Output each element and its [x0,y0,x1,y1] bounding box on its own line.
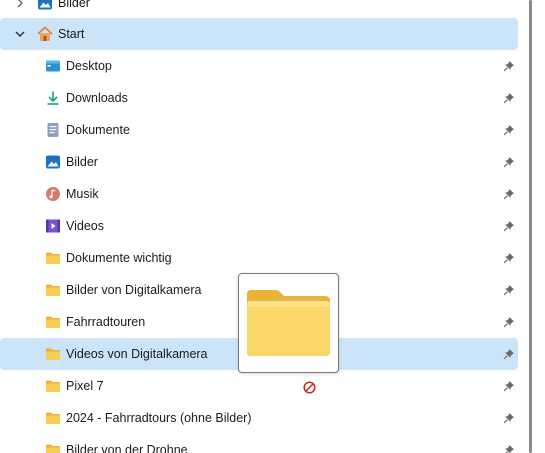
nav-item-label: Videos von Digitalkamera [66,347,208,361]
folder-icon [44,249,62,267]
pin-icon[interactable] [503,412,515,424]
scrollbar-thumb[interactable] [529,0,532,453]
folder-icon [44,377,62,395]
navigation-pane: Bilder Start Desktop Downloads Dokumente… [0,0,518,453]
nav-item-musik[interactable]: Musik [0,178,518,210]
pictures-icon [44,153,62,171]
pin-icon[interactable] [503,316,515,328]
nav-item-label: Bilder von Digitalkamera [66,283,202,297]
nav-item-label: Pixel 7 [66,379,104,393]
drag-preview [238,273,339,373]
nav-item-pixel-7[interactable]: Pixel 7 [0,370,518,402]
pin-icon[interactable] [503,252,515,264]
home-icon [36,25,54,43]
pin-icon[interactable] [503,188,515,200]
nav-item-downloads[interactable]: Downloads [0,82,518,114]
music-icon [44,185,62,203]
folder-icon [44,409,62,427]
nav-item-label: Desktop [66,59,112,73]
folder-icon [44,281,62,299]
nav-item-label: Videos [66,219,104,233]
nav-item-2024-fahrradtours[interactable]: 2024 - Fahrradtours (ohne Bilder) [0,402,518,434]
nav-item-label: Dokumente wichtig [66,251,172,265]
nav-item-bilder[interactable]: Bilder [0,146,518,178]
pin-icon[interactable] [503,156,515,168]
pin-icon[interactable] [503,284,515,296]
nav-item-dokumente[interactable]: Dokumente [0,114,518,146]
pin-icon[interactable] [503,444,515,453]
nav-item-desktop[interactable]: Desktop [0,50,518,82]
pin-icon[interactable] [503,92,515,104]
nav-item-label: 2024 - Fahrradtours (ohne Bilder) [66,411,252,425]
nav-item-dokumente-wichtig[interactable]: Dokumente wichtig [0,242,518,274]
folder-icon [44,313,62,331]
nav-item-label: Bilder von der Drohne [66,443,188,453]
nav-item-videos[interactable]: Videos [0,210,518,242]
chevron-right-icon[interactable] [13,0,27,10]
nav-item-label: Fahrradtouren [66,315,146,329]
pin-icon[interactable] [503,60,515,72]
nav-item-label: Dokumente [66,123,130,137]
vertical-scrollbar[interactable] [520,0,545,453]
nav-item-bilder-collapsed[interactable]: Bilder [0,0,518,19]
nav-item-label: Musik [66,187,99,201]
folder-icon [44,345,62,363]
pin-icon[interactable] [503,380,515,392]
folder-icon [247,290,330,356]
documents-icon [44,121,62,139]
pin-icon[interactable] [503,348,515,360]
nav-item-start[interactable]: Start [0,18,518,50]
nav-item-label: Downloads [66,91,128,105]
pin-icon[interactable] [503,124,515,136]
no-drop-icon [303,381,316,394]
videos-icon [44,217,62,235]
nav-item-label: Bilder [58,0,90,10]
nav-item-label: Bilder [66,155,98,169]
nav-item-label: Start [58,27,85,41]
chevron-down-icon[interactable] [13,27,27,41]
downloads-icon [44,89,62,107]
nav-item-bilder-von-der-drohne[interactable]: Bilder von der Drohne [0,434,518,453]
pin-icon[interactable] [503,220,515,232]
pictures-icon [36,0,54,12]
folder-icon [44,441,62,453]
desktop-icon [44,57,62,75]
